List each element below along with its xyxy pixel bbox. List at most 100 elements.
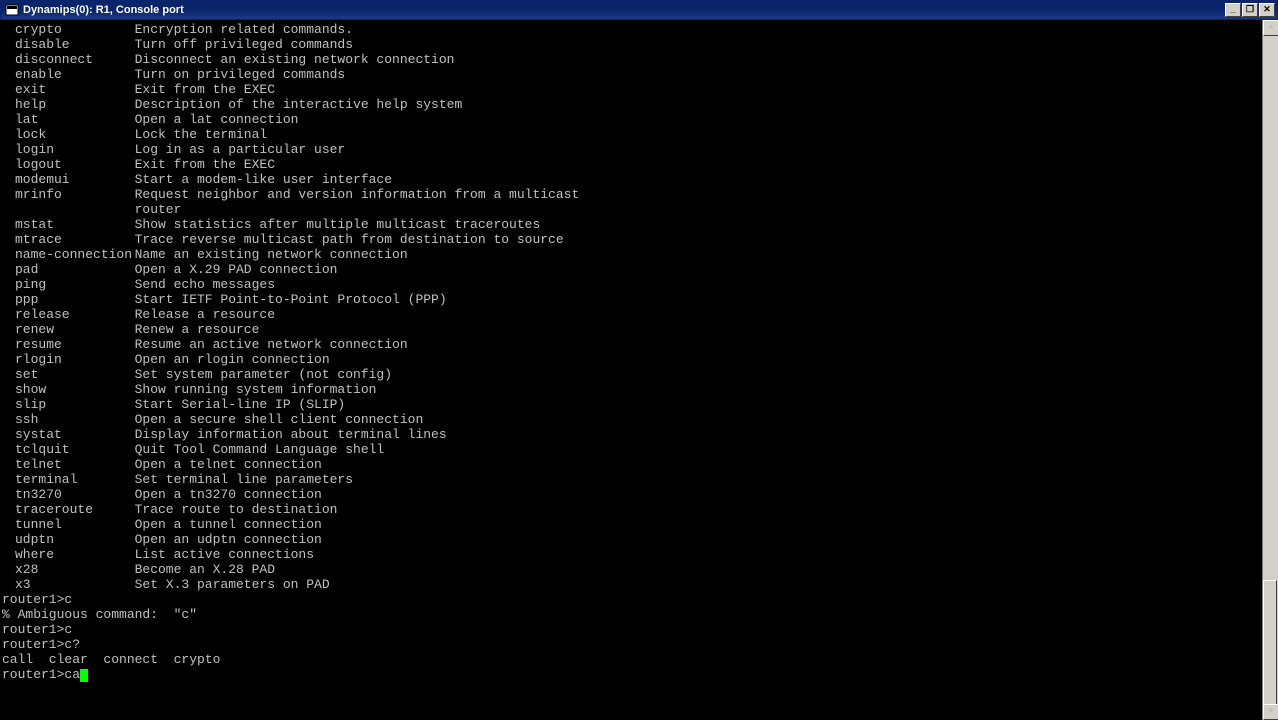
help-row: enableTurn on privileged commands — [2, 67, 1278, 82]
maximize-button[interactable]: ❐ — [1242, 3, 1258, 17]
help-description: Start IETF Point-to-Point Protocol (PPP) — [135, 292, 1278, 307]
help-command: help — [2, 97, 135, 112]
help-command: udptn — [2, 532, 135, 547]
window-title: Dynamips(0): R1, Console port — [23, 4, 1225, 16]
help-command: ppp — [2, 292, 135, 307]
help-description: Exit from the EXEC — [135, 157, 1278, 172]
help-command: exit — [2, 82, 135, 97]
scroll-up-button[interactable]: ▲ — [1263, 20, 1278, 36]
help-row: modemuiStart a modem-like user interface — [2, 172, 1278, 187]
help-row: loginLog in as a particular user — [2, 142, 1278, 157]
help-row: setSet system parameter (not config) — [2, 367, 1278, 382]
help-command: show — [2, 382, 135, 397]
titlebar[interactable]: Dynamips(0): R1, Console port _ ❐ ✕ — [0, 0, 1278, 20]
help-description: Start Serial-line IP (SLIP) — [135, 397, 1278, 412]
app-icon — [5, 3, 19, 17]
help-command: enable — [2, 67, 135, 82]
help-row: releaseRelease a resource — [2, 307, 1278, 322]
help-command — [2, 202, 135, 217]
help-row: showShow running system information — [2, 382, 1278, 397]
vertical-scrollbar[interactable]: ▲ ▼ — [1262, 20, 1278, 720]
error-line: % Ambiguous command: "c" — [2, 607, 1278, 622]
help-description: Display information about terminal lines — [135, 427, 1278, 442]
completion-line: call clear connect crypto — [2, 652, 1278, 667]
help-description: Log in as a particular user — [135, 142, 1278, 157]
help-description: Set terminal line parameters — [135, 472, 1278, 487]
help-description: Set system parameter (not config) — [135, 367, 1278, 382]
help-command: mrinfo — [2, 187, 135, 202]
help-description: Request neighbor and version information… — [135, 187, 1278, 202]
help-description: Exit from the EXEC — [135, 82, 1278, 97]
help-command: x28 — [2, 562, 135, 577]
help-command: disconnect — [2, 52, 135, 67]
help-description: Name an existing network connection — [135, 247, 1278, 262]
help-command: traceroute — [2, 502, 135, 517]
help-command: modemui — [2, 172, 135, 187]
help-description: List active connections — [135, 547, 1278, 562]
help-description: Show running system information — [135, 382, 1278, 397]
help-command: tclquit — [2, 442, 135, 457]
help-description: Quit Tool Command Language shell — [135, 442, 1278, 457]
help-description: Become an X.28 PAD — [135, 562, 1278, 577]
help-description: Disconnect an existing network connectio… — [135, 52, 1278, 67]
help-row: exitExit from the EXEC — [2, 82, 1278, 97]
help-row: x3Set X.3 parameters on PAD — [2, 577, 1278, 592]
help-row: tunnelOpen a tunnel connection — [2, 517, 1278, 532]
help-command: rlogin — [2, 352, 135, 367]
help-row: x28Become an X.28 PAD — [2, 562, 1278, 577]
window-controls: _ ❐ ✕ — [1225, 3, 1277, 17]
help-command: x3 — [2, 577, 135, 592]
help-row: cryptoEncryption related commands. — [2, 22, 1278, 37]
help-row: whereList active connections — [2, 547, 1278, 562]
help-command: tunnel — [2, 517, 135, 532]
help-row: udptnOpen an udptn connection — [2, 532, 1278, 547]
app-window: Dynamips(0): R1, Console port _ ❐ ✕ cryp… — [0, 0, 1278, 720]
help-command: set — [2, 367, 135, 382]
help-row: systatDisplay information about terminal… — [2, 427, 1278, 442]
help-command: disable — [2, 37, 135, 52]
help-row: renewRenew a resource — [2, 322, 1278, 337]
help-description: Renew a resource — [135, 322, 1278, 337]
help-description: Encryption related commands. — [135, 22, 1278, 37]
help-row: pppStart IETF Point-to-Point Protocol (P… — [2, 292, 1278, 307]
minimize-button[interactable]: _ — [1225, 3, 1241, 17]
history-line: router1>c — [2, 592, 1278, 607]
history-line: router1>c — [2, 622, 1278, 637]
help-row: tn3270Open a tn3270 connection — [2, 487, 1278, 502]
help-row: mstatShow statistics after multiple mult… — [2, 217, 1278, 232]
help-command: systat — [2, 427, 135, 442]
help-description: Lock the terminal — [135, 127, 1278, 142]
help-command: logout — [2, 157, 135, 172]
help-command: ping — [2, 277, 135, 292]
help-command: mstat — [2, 217, 135, 232]
help-row: latOpen a lat connection — [2, 112, 1278, 127]
help-row: pingSend echo messages — [2, 277, 1278, 292]
help-description: Open an rlogin connection — [135, 352, 1278, 367]
help-command: terminal — [2, 472, 135, 487]
help-row: padOpen a X.29 PAD connection — [2, 262, 1278, 277]
current-prompt-line[interactable]: router1>ca — [2, 667, 1278, 682]
help-command: name-connection — [2, 247, 135, 262]
scroll-thumb[interactable] — [1263, 580, 1277, 720]
help-command: renew — [2, 322, 135, 337]
help-command: release — [2, 307, 135, 322]
help-command: login — [2, 142, 135, 157]
close-button[interactable]: ✕ — [1259, 3, 1275, 17]
help-row: telnetOpen a telnet connection — [2, 457, 1278, 472]
help-description: Open an udptn connection — [135, 532, 1278, 547]
history-line: router1>c? — [2, 637, 1278, 652]
help-command: telnet — [2, 457, 135, 472]
help-description: Open a lat connection — [135, 112, 1278, 127]
help-row: logoutExit from the EXEC — [2, 157, 1278, 172]
help-row: rloginOpen an rlogin connection — [2, 352, 1278, 367]
help-row: mtraceTrace reverse multicast path from … — [2, 232, 1278, 247]
help-command: resume — [2, 337, 135, 352]
help-description: Turn on privileged commands — [135, 67, 1278, 82]
help-row: disableTurn off privileged commands — [2, 37, 1278, 52]
console-output[interactable]: cryptoEncryption related commands.disabl… — [0, 20, 1278, 720]
scroll-down-button[interactable]: ▼ — [1263, 704, 1278, 720]
prompt-text: router1> — [2, 667, 64, 682]
help-row: helpDescription of the interactive help … — [2, 97, 1278, 112]
help-command: lock — [2, 127, 135, 142]
help-row: tracerouteTrace route to destination — [2, 502, 1278, 517]
